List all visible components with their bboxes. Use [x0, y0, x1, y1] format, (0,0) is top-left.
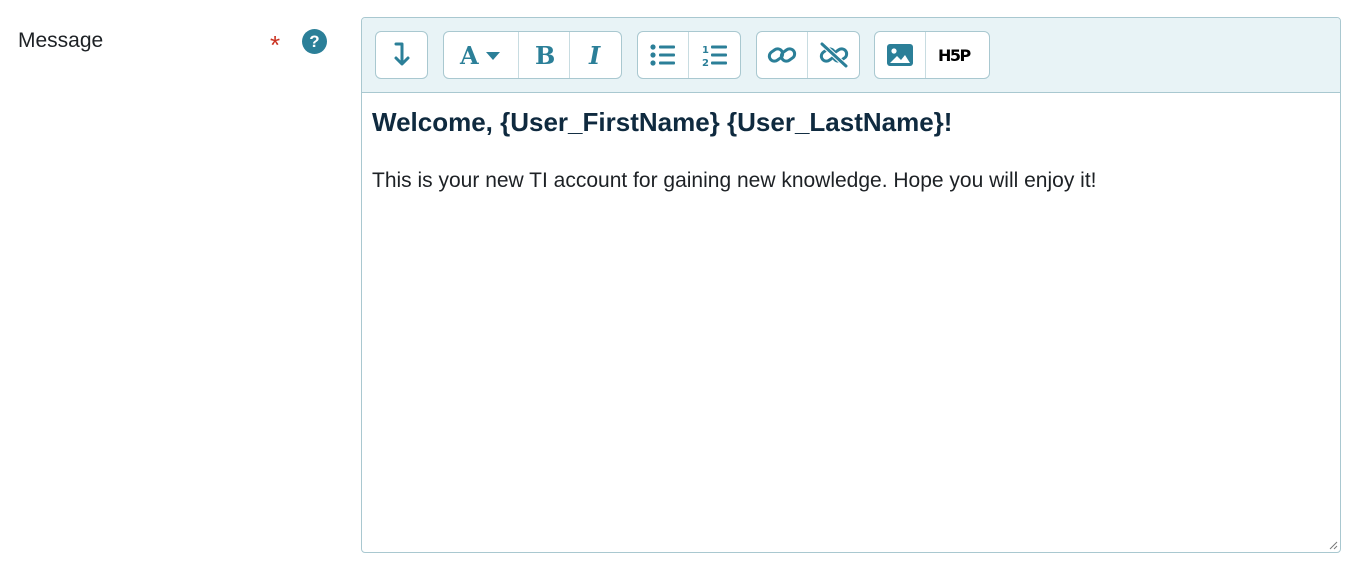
- unordered-list-icon: [650, 44, 675, 66]
- unlink-button[interactable]: [808, 32, 859, 78]
- italic-icon: I: [588, 41, 601, 69]
- image-icon: [887, 44, 913, 66]
- ordered-list-number-2: 2: [702, 58, 709, 67]
- message-paragraph: This is your new TI account for gaining …: [372, 169, 1097, 192]
- ordered-list-icon: 1 2: [702, 45, 727, 67]
- message-field-label: Message: [18, 29, 104, 52]
- bold-letter: B: [535, 41, 555, 69]
- ordered-list-number-1: 1: [702, 45, 709, 56]
- font-format-button[interactable]: A: [444, 32, 519, 78]
- toolbar-group-expand: [375, 31, 428, 79]
- font-format-dropdown-icon: A: [459, 41, 500, 69]
- ordered-list-button[interactable]: 1 2: [689, 32, 740, 78]
- editor-toolbar: A B I 1 2 H5P: [362, 18, 1340, 93]
- toolbar-group-links: [756, 31, 860, 79]
- toolbar-group-media: H5P: [874, 31, 990, 79]
- link-button[interactable]: [757, 32, 808, 78]
- h5p-button[interactable]: H5P: [926, 32, 989, 78]
- expand-toolbar-button[interactable]: [376, 32, 427, 78]
- image-button[interactable]: [875, 32, 926, 78]
- bold-button[interactable]: B: [519, 32, 570, 78]
- message-heading: Welcome, {User_FirstName} {User_LastName…: [372, 107, 953, 137]
- h5p-icon: H5P: [938, 46, 973, 65]
- expand-toolbar-icon: [394, 42, 409, 66]
- italic-button[interactable]: I: [570, 32, 621, 78]
- toolbar-group-lists: 1 2: [637, 31, 741, 79]
- italic-letter: I: [588, 41, 601, 69]
- unordered-list-button[interactable]: [638, 32, 689, 78]
- required-icon: *: [270, 30, 281, 60]
- h5p-label: H5P: [938, 46, 972, 65]
- resize-handle-icon[interactable]: [1328, 540, 1338, 550]
- help-icon[interactable]: ?: [302, 29, 327, 54]
- link-icon: [767, 47, 797, 63]
- font-format-letter: A: [459, 41, 479, 69]
- rich-text-editor: A B I 1 2 H5P Welcome, {User_FirstName} …: [361, 17, 1341, 553]
- unlink-icon: [819, 42, 848, 68]
- bold-icon: B: [535, 41, 555, 69]
- toolbar-group-format: A B I: [443, 31, 622, 79]
- editor-content[interactable]: Welcome, {User_FirstName} {User_LastName…: [362, 93, 1340, 207]
